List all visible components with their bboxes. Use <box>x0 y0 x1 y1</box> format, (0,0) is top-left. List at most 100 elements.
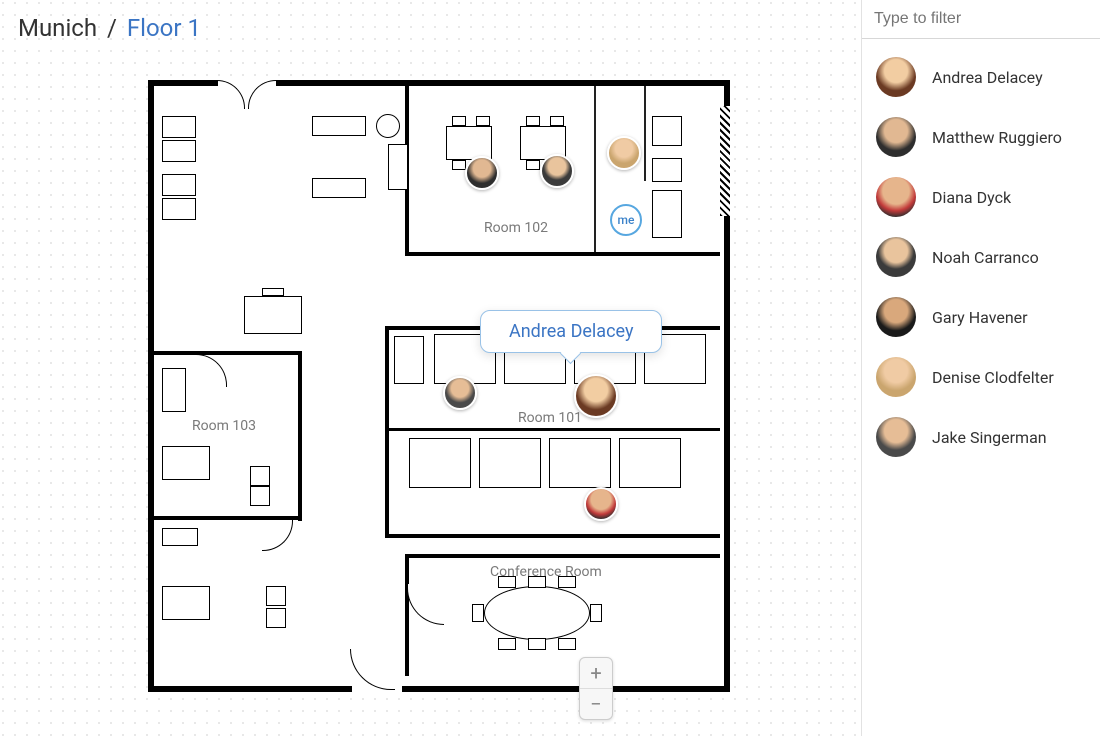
person-avatar <box>876 57 916 97</box>
furniture <box>250 466 270 486</box>
map-avatar[interactable] <box>465 156 499 190</box>
door-arc <box>262 520 293 551</box>
breadcrumb-floor[interactable]: Floor 1 <box>127 14 201 42</box>
person-name: Matthew Ruggiero <box>932 128 1062 147</box>
map-avatar[interactable] <box>584 487 618 521</box>
map-avatar[interactable] <box>574 374 618 418</box>
furniture <box>452 160 466 170</box>
furniture <box>550 116 564 126</box>
person-avatar <box>876 297 916 337</box>
wall <box>644 86 646 181</box>
person-name: Denise Clodfelter <box>932 368 1054 387</box>
furniture <box>452 116 466 126</box>
breadcrumb: Munich / Floor 1 <box>18 14 201 42</box>
people-panel: Andrea Delacey Matthew Ruggiero Diana Dyck… <box>861 0 1100 736</box>
furniture <box>162 116 196 138</box>
furniture <box>479 438 541 488</box>
person-avatar <box>876 417 916 457</box>
furniture <box>376 114 400 138</box>
wall <box>594 86 596 252</box>
wall <box>405 252 720 256</box>
person-row[interactable]: Denise Clodfelter <box>862 347 1100 407</box>
person-avatar <box>876 177 916 217</box>
furniture <box>652 190 682 238</box>
person-row[interactable]: Noah Carranco <box>862 227 1100 287</box>
furniture <box>266 608 286 628</box>
person-row[interactable]: Jake Singerman <box>862 407 1100 467</box>
furniture <box>446 126 492 160</box>
furniture <box>262 288 284 296</box>
furniture <box>162 140 196 162</box>
breadcrumb-location[interactable]: Munich <box>18 14 97 42</box>
person-avatar <box>876 237 916 277</box>
chair <box>590 604 602 622</box>
chair <box>498 638 516 650</box>
person-row[interactable]: Diana Dyck <box>862 167 1100 227</box>
furniture <box>526 160 540 170</box>
furniture <box>162 198 196 220</box>
zoom-out-button[interactable]: − <box>580 689 612 719</box>
furniture <box>476 116 490 126</box>
furniture <box>244 296 302 334</box>
furniture <box>162 174 196 196</box>
map-avatar[interactable] <box>443 376 477 410</box>
wall <box>385 428 720 431</box>
furniture <box>162 446 210 480</box>
floor-plate[interactable]: Room 102 Room 101 Room 103 Conference Ro… <box>148 80 730 692</box>
filter-input[interactable] <box>862 0 1100 39</box>
wall <box>385 326 389 536</box>
person-avatar <box>876 117 916 157</box>
furniture <box>162 586 210 620</box>
door-arc <box>196 354 227 387</box>
furniture <box>388 144 408 190</box>
chair <box>558 638 576 650</box>
breadcrumb-separator: / <box>107 14 117 42</box>
door-arc <box>407 584 444 625</box>
furniture <box>526 116 540 126</box>
zoom-in-button[interactable]: + <box>580 658 612 689</box>
wall <box>154 351 302 355</box>
person-name: Jake Singerman <box>932 428 1047 447</box>
person-name: Andrea Delacey <box>932 68 1043 87</box>
conference-table <box>484 586 590 640</box>
wall <box>405 554 720 558</box>
furniture <box>162 528 198 546</box>
wall <box>405 554 409 676</box>
chair <box>528 638 546 650</box>
furniture <box>652 158 682 182</box>
tooltip-name: Andrea Delacey <box>509 321 633 342</box>
room-label-102: Room 102 <box>484 220 548 236</box>
furniture <box>409 438 471 488</box>
furniture <box>549 438 611 488</box>
furniture <box>250 486 270 506</box>
map-avatar[interactable] <box>540 154 574 188</box>
me-marker[interactable]: me <box>610 204 642 236</box>
person-name: Noah Carranco <box>932 248 1039 267</box>
person-name: Diana Dyck <box>932 188 1011 207</box>
furniture <box>312 178 366 198</box>
app-root: Munich / Floor 1 <box>0 0 1100 736</box>
furniture <box>619 438 681 488</box>
person-row[interactable]: Matthew Ruggiero <box>862 107 1100 167</box>
room-label-103: Room 103 <box>192 418 256 434</box>
person-row[interactable]: Gary Havener <box>862 287 1100 347</box>
wall <box>298 351 302 521</box>
furniture <box>652 116 682 146</box>
furniture <box>394 336 424 384</box>
zoom-control: + − <box>579 657 613 720</box>
person-name: Gary Havener <box>932 308 1028 327</box>
room-label-101: Room 101 <box>518 410 582 426</box>
furniture <box>162 368 186 412</box>
people-list: Andrea Delacey Matthew Ruggiero Diana Dyck… <box>862 39 1100 475</box>
map-avatar[interactable] <box>607 136 641 170</box>
person-avatar <box>876 357 916 397</box>
chair <box>472 604 484 622</box>
room-label-conf: Conference Room <box>490 564 602 580</box>
furniture <box>312 116 366 136</box>
furniture <box>266 586 286 606</box>
wall <box>385 534 720 538</box>
exterior-window <box>720 106 730 216</box>
floorplan-canvas[interactable]: Munich / Floor 1 <box>0 0 861 736</box>
person-row[interactable]: Andrea Delacey <box>862 47 1100 107</box>
person-tooltip: Andrea Delacey <box>480 310 662 353</box>
